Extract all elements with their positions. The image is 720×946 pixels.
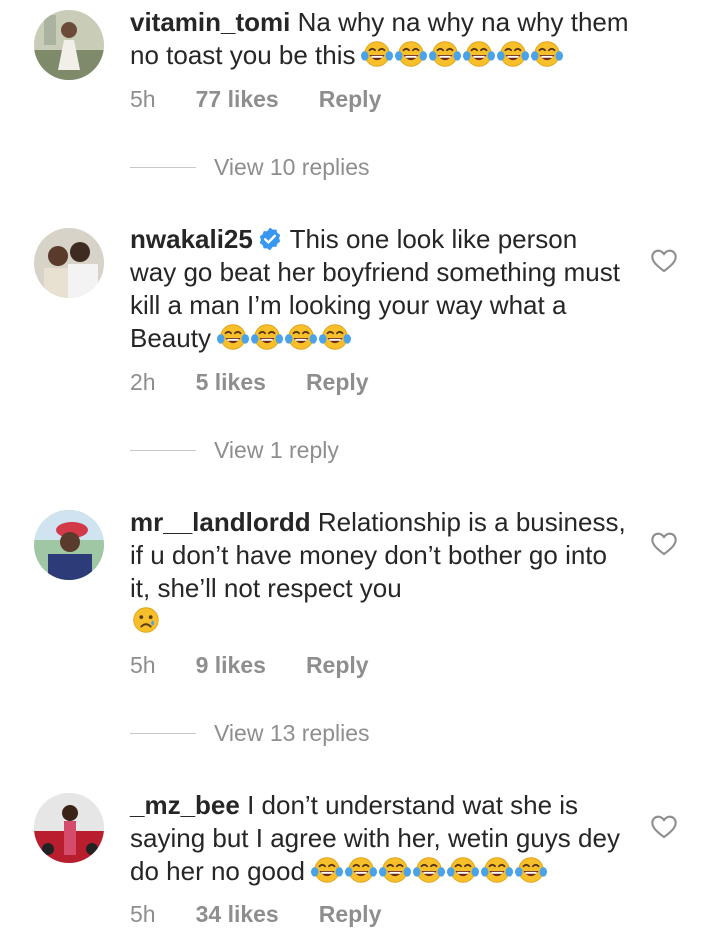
heart-icon[interactable]: [650, 530, 678, 556]
avatar[interactable]: [34, 510, 104, 580]
comment-time: 2h: [130, 369, 156, 395]
avatar[interactable]: [34, 793, 104, 863]
comment-likes[interactable]: 77 likes: [196, 86, 279, 113]
divider-line: [130, 450, 196, 451]
comment-body: mr__landlordd Relationship is a business…: [130, 506, 630, 638]
laughing-crying-emoji-icon: [361, 41, 394, 67]
comment-time: 5h: [130, 652, 156, 678]
heart-icon[interactable]: [650, 247, 678, 273]
comment-time: 5h: [130, 86, 156, 112]
comment-likes[interactable]: 9 likes: [196, 652, 266, 679]
laughing-crying-emoji-icon: [344, 857, 377, 883]
comment-body: nwakali25 This one look like person way …: [130, 223, 630, 355]
view-replies-label: View 13 replies: [214, 720, 370, 746]
emoji-group: [361, 39, 564, 69]
laughing-crying-emoji-icon: [378, 857, 411, 883]
laughing-crying-emoji-icon: [429, 41, 462, 67]
verified-badge-icon: [259, 227, 281, 251]
laughing-crying-emoji-icon: [310, 857, 343, 883]
divider-line: [130, 167, 196, 168]
avatar[interactable]: [34, 10, 104, 80]
view-replies-button[interactable]: View 10 replies: [130, 154, 370, 181]
laughing-crying-emoji-icon: [216, 324, 249, 350]
reply-button[interactable]: Reply: [306, 369, 369, 396]
laughing-crying-emoji-icon: [531, 41, 564, 67]
comment-likes[interactable]: 5 likes: [196, 369, 266, 396]
divider-line: [130, 733, 196, 734]
heart-icon[interactable]: [650, 813, 678, 839]
comment-username[interactable]: vitamin_tomi: [130, 7, 290, 37]
laughing-crying-emoji-icon: [412, 857, 445, 883]
view-replies-label: View 10 replies: [214, 154, 370, 180]
laughing-crying-emoji-icon: [480, 857, 513, 883]
view-replies-label: View 1 reply: [214, 437, 339, 463]
comment-meta: 5h 9 likes Reply: [130, 652, 369, 679]
reply-button[interactable]: Reply: [319, 86, 382, 113]
laughing-crying-emoji-icon: [446, 857, 479, 883]
comment-meta: 5h 77 likes Reply: [130, 86, 381, 113]
laughing-crying-emoji-icon: [318, 324, 351, 350]
view-replies-button[interactable]: View 1 reply: [130, 437, 339, 464]
laughing-crying-emoji-icon: [514, 857, 547, 883]
comment-username[interactable]: _mz_bee: [130, 790, 240, 820]
emoji-group: [310, 855, 547, 885]
crying-emoji-icon: [133, 607, 159, 633]
reply-button[interactable]: Reply: [306, 652, 369, 679]
avatar[interactable]: [34, 228, 104, 298]
laughing-crying-emoji-icon: [250, 324, 283, 350]
comment-time: 5h: [130, 901, 156, 927]
reply-button[interactable]: Reply: [319, 901, 382, 928]
comment-body: _mz_bee I don’t understand wat she is sa…: [130, 789, 630, 888]
laughing-crying-emoji-icon: [463, 41, 496, 67]
laughing-crying-emoji-icon: [497, 41, 530, 67]
comment-likes[interactable]: 34 likes: [196, 901, 279, 928]
comment-body: vitamin_tomi Na why na why na why them n…: [130, 6, 630, 72]
emoji-group: [130, 605, 162, 635]
emoji-group: [216, 322, 351, 352]
view-replies-button[interactable]: View 13 replies: [130, 720, 370, 747]
laughing-crying-emoji-icon: [395, 41, 428, 67]
comment-username[interactable]: mr__landlordd: [130, 507, 311, 537]
comment-meta: 5h 34 likes Reply: [130, 901, 381, 928]
comment-username[interactable]: nwakali25: [130, 224, 253, 254]
comment-meta: 2h 5 likes Reply: [130, 369, 369, 396]
laughing-crying-emoji-icon: [284, 324, 317, 350]
